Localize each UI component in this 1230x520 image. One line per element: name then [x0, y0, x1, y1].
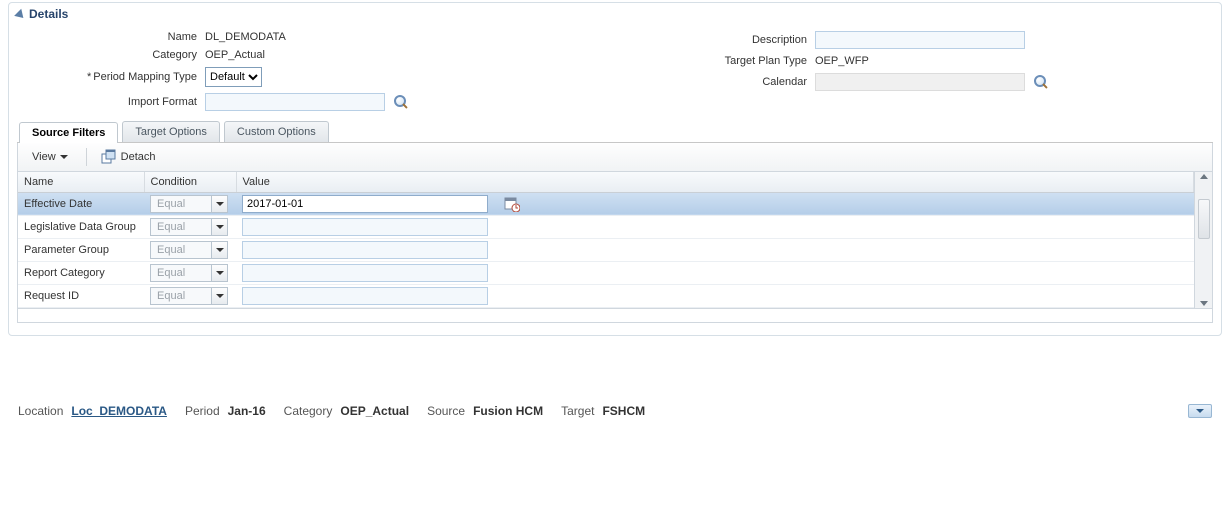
condition-select[interactable]: Equal	[150, 195, 228, 213]
row-trailing	[494, 215, 1194, 238]
row-name: Parameter Group	[18, 238, 144, 261]
category-label: Category	[17, 49, 197, 61]
condition-select-label: Equal	[157, 267, 185, 279]
period-mapping-type-select[interactable]: Default	[205, 67, 262, 87]
status-period-value: Jan-16	[228, 404, 266, 418]
status-target-label: Target	[561, 404, 594, 418]
tab-source-filters[interactable]: Source Filters	[19, 122, 118, 143]
value-input[interactable]	[242, 264, 488, 282]
detach-icon	[101, 149, 117, 165]
table-row[interactable]: Request ID Equal	[18, 284, 1194, 307]
view-menu-label: View	[32, 151, 56, 163]
condition-select-label: Equal	[157, 290, 185, 302]
view-menu[interactable]: View	[24, 149, 76, 165]
scroll-up-icon[interactable]	[1200, 174, 1208, 179]
category-value: OEP_Actual	[205, 49, 265, 61]
details-form: Name DL_DEMODATA Category OEP_Actual *Pe…	[17, 27, 1213, 121]
row-name: Report Category	[18, 261, 144, 284]
condition-select-label: Equal	[157, 244, 185, 256]
status-bar: Location Loc_DEMODATA Period Jan-16 Cate…	[0, 344, 1230, 428]
status-source-value: Fusion HCM	[473, 404, 543, 418]
period-mapping-type-label: *Period Mapping Type	[17, 71, 197, 83]
table-row[interactable]: Effective Date Equal	[18, 192, 1194, 215]
row-name: Legislative Data Group	[18, 215, 144, 238]
chevron-down-icon	[211, 288, 227, 304]
calendar-label: Calendar	[687, 76, 807, 88]
grid-footer-spacer	[18, 308, 1212, 322]
description-label: Description	[687, 34, 807, 46]
details-panel: Details Name DL_DEMODATA Category OEP_Ac…	[8, 2, 1222, 336]
description-input[interactable]	[815, 31, 1025, 49]
col-header-condition[interactable]: Condition	[144, 172, 236, 192]
tab-custom-options[interactable]: Custom Options	[224, 121, 329, 142]
condition-select[interactable]: Equal	[150, 241, 228, 259]
table-row[interactable]: Report Category Equal	[18, 261, 1194, 284]
row-name: Request ID	[18, 284, 144, 307]
detach-label: Detach	[121, 151, 156, 163]
required-marker: *	[87, 71, 91, 83]
toolbar-separator	[86, 148, 87, 166]
date-picker-icon[interactable]	[504, 196, 520, 212]
search-icon[interactable]	[1033, 74, 1049, 90]
value-input[interactable]	[242, 241, 488, 259]
target-plan-type-value: OEP_WFP	[815, 55, 869, 67]
status-target-value: FSHCM	[602, 404, 645, 418]
import-format-input[interactable]	[205, 93, 385, 111]
grid-toolbar: View Detach	[18, 143, 1212, 172]
detach-button[interactable]: Detach	[97, 147, 160, 167]
col-header-value[interactable]: Value	[236, 172, 1194, 192]
target-plan-type-label: Target Plan Type	[687, 55, 807, 67]
scroll-down-icon[interactable]	[1200, 301, 1208, 306]
row-name: Effective Date	[18, 192, 144, 215]
condition-select-label: Equal	[157, 198, 185, 210]
panel-title: Details	[29, 7, 68, 21]
col-header-name[interactable]: Name	[18, 172, 144, 192]
table-row[interactable]: Legislative Data Group Equal	[18, 215, 1194, 238]
status-source-label: Source	[427, 404, 465, 418]
vertical-scrollbar[interactable]	[1194, 172, 1212, 308]
disclosure-triangle-icon[interactable]	[14, 9, 27, 22]
search-icon[interactable]	[393, 94, 409, 110]
statusbar-disclosure-button[interactable]	[1188, 404, 1212, 418]
condition-select[interactable]: Equal	[150, 264, 228, 282]
row-trailing	[494, 238, 1194, 261]
condition-select[interactable]: Equal	[150, 218, 228, 236]
row-trailing	[494, 192, 1194, 215]
chevron-down-icon	[60, 155, 68, 159]
tab-target-options[interactable]: Target Options	[122, 121, 220, 142]
chevron-down-icon	[211, 242, 227, 258]
status-location-label: Location	[18, 404, 63, 418]
status-category-label: Category	[284, 404, 333, 418]
chevron-down-icon	[211, 265, 227, 281]
scroll-thumb[interactable]	[1198, 199, 1210, 239]
value-input[interactable]	[242, 195, 488, 213]
status-period-label: Period	[185, 404, 220, 418]
chevron-down-icon	[211, 196, 227, 212]
panel-header: Details	[17, 7, 1213, 27]
status-category-value: OEP_Actual	[340, 404, 409, 418]
row-trailing	[494, 284, 1194, 307]
tabs: Source Filters Target Options Custom Opt…	[17, 121, 1213, 143]
import-format-label: Import Format	[17, 96, 197, 108]
condition-select-label: Equal	[157, 221, 185, 233]
value-input[interactable]	[242, 218, 488, 236]
calendar-input	[815, 73, 1025, 91]
chevron-down-icon	[1196, 409, 1204, 413]
status-location-value[interactable]: Loc_DEMODATA	[71, 404, 167, 418]
row-trailing	[494, 261, 1194, 284]
value-input[interactable]	[242, 287, 488, 305]
source-filters-grid: Name Condition Value Effective Date Equal…	[18, 172, 1194, 308]
name-value: DL_DEMODATA	[205, 31, 286, 43]
condition-select[interactable]: Equal	[150, 287, 228, 305]
name-label: Name	[17, 31, 197, 43]
tab-body: View Detach	[17, 143, 1213, 323]
table-row[interactable]: Parameter Group Equal	[18, 238, 1194, 261]
chevron-down-icon	[211, 219, 227, 235]
